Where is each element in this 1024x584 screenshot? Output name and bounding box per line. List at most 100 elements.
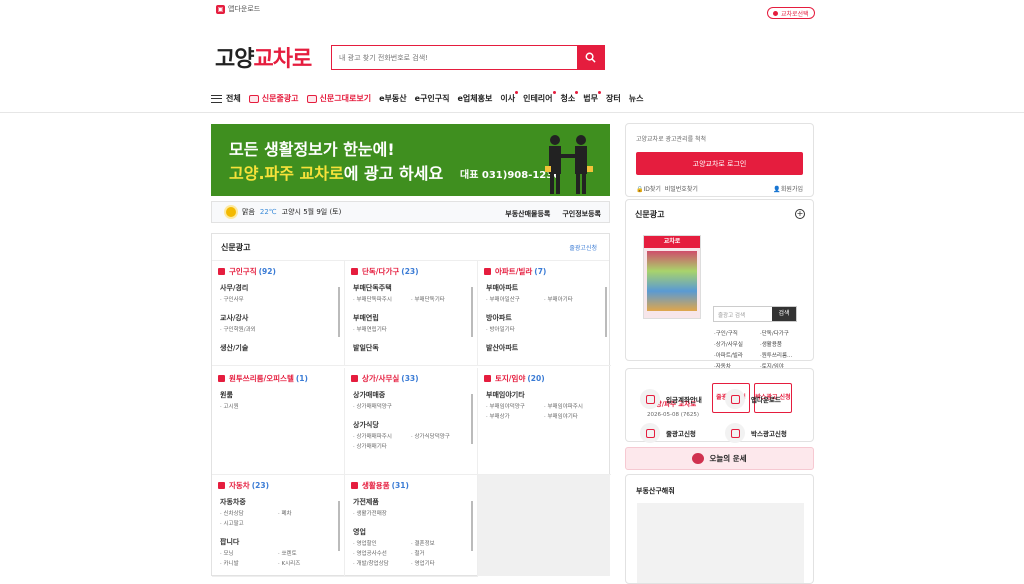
subcategory-link[interactable]: · 부매임야기타 — [544, 412, 602, 420]
subcategory-link[interactable]: · 생활가전매장 — [353, 509, 411, 517]
search-input[interactable] — [332, 46, 577, 69]
subcategory-link[interactable]: · 철거 — [411, 549, 469, 557]
category-title[interactable]: 아파트/빌라 (7) — [478, 261, 611, 277]
category-title[interactable]: 자동차 (23) — [212, 475, 344, 491]
subcategory-title[interactable]: 발일단독 — [353, 343, 477, 353]
app-download-link[interactable]: ▣ 앱다운로드 — [216, 4, 260, 14]
subcategory-title[interactable]: 발산아파트 — [486, 343, 611, 353]
nav-item-interior[interactable]: 인테리어 — [523, 91, 556, 104]
subcategory-link[interactable]: · 부매단독파주시 — [353, 295, 411, 303]
category-title[interactable]: 원투쓰리룸/오피스텔 (1) — [212, 368, 344, 384]
subcategory-title[interactable]: 가전제품 — [353, 497, 477, 507]
subcategory-link[interactable]: · 개발/창업상담 — [353, 559, 411, 567]
login-button[interactable]: 고양교차로 로그인 — [636, 152, 803, 175]
subcategory-link[interactable]: · 부매단독기타 — [411, 295, 469, 303]
subcategory-link[interactable]: · 폐차 — [278, 509, 336, 517]
scrollbar[interactable] — [338, 287, 340, 337]
job-register-link[interactable]: 구인정보등록 — [562, 209, 601, 219]
subcategory-link[interactable]: · 영업기타 — [411, 559, 469, 567]
subcategory-link[interactable]: · 구인학원/과외 — [220, 325, 278, 333]
scrollbar[interactable] — [471, 394, 473, 444]
category-title[interactable]: 단독/다가구 (23) — [345, 261, 477, 277]
category-title[interactable]: 구인구직 (92) — [212, 261, 344, 277]
subcategory-link[interactable]: · 영업할인 — [353, 539, 411, 547]
subcategory-link[interactable]: · 부매아기타 — [544, 295, 602, 303]
signup-link[interactable]: 👤회원가입 — [773, 184, 803, 193]
nav-item-market[interactable]: 장터 — [606, 93, 621, 104]
subcategory-title[interactable]: 영업 — [353, 527, 477, 537]
quick-menu-item[interactable]: 앱다운로드 — [725, 382, 810, 416]
paper-category-link[interactable]: ·아파트/빌라 — [714, 351, 760, 359]
nav-all[interactable]: 전체 — [211, 93, 241, 104]
nav-item-jobs[interactable]: e구인구직 — [415, 93, 450, 104]
subcategory-title[interactable]: 자동차중 — [220, 497, 344, 507]
subcategory-link[interactable]: · 상가식당덕양구 — [411, 432, 469, 440]
scrollbar[interactable] — [338, 501, 340, 551]
paper-search-input[interactable]: 줄광고 검색 — [714, 307, 772, 321]
subcategory-title[interactable]: 팝니다 — [220, 537, 344, 547]
subcategory-title[interactable]: 원룸 — [220, 390, 344, 400]
ads-apply-link[interactable]: 줄광고신청 — [569, 243, 597, 252]
subcategory-link[interactable]: · 쏘렌토 — [278, 549, 336, 557]
subcategory-link[interactable]: · K시리즈 — [278, 559, 336, 567]
plus-icon[interactable]: + — [795, 209, 805, 219]
subcategory-link[interactable]: · 시고팔고 — [220, 519, 278, 527]
paper-category-link[interactable]: ·생활용품 — [760, 340, 806, 348]
subcategory-link[interactable]: · 상가매매기타 — [353, 442, 411, 450]
subcategory-link[interactable]: · 부매임야덕양구 — [486, 402, 544, 410]
subcategory-link[interactable]: · 카니발 — [220, 559, 278, 567]
find-id-link[interactable]: ID찾기 — [643, 186, 660, 193]
subcategory-title[interactable]: 사무/경리 — [220, 283, 344, 293]
nav-item-cleaning[interactable]: 청소 — [561, 91, 579, 104]
subcategory-link[interactable]: · 고시원 — [220, 402, 278, 410]
paper-category-link[interactable]: ·단독/다가구 — [760, 329, 806, 337]
nav-item-line-ads[interactable]: 신문줄광고 — [248, 93, 299, 104]
quick-menu-item[interactable]: 박스광고신청 — [725, 416, 810, 450]
category-title[interactable]: 생활용품 (31) — [345, 475, 477, 491]
subcategory-link[interactable]: · 신차상담 — [220, 509, 278, 517]
nav-item-news[interactable]: 뉴스 — [629, 93, 644, 104]
subcategory-title[interactable]: 부매임야기타 — [486, 390, 611, 400]
subcategory-link[interactable]: · 영업공사수선 — [353, 549, 411, 557]
nav-item-paper-view[interactable]: 신문그대로보기 — [306, 93, 371, 104]
fortune-button[interactable]: 오늘의 운세 — [625, 447, 814, 470]
quick-menu-item[interactable]: 입금계좌안내 — [640, 382, 725, 416]
search-button[interactable] — [577, 46, 604, 69]
subcategory-title[interactable]: 생산/기술 — [220, 343, 344, 353]
nav-item-moving[interactable]: 이사 — [500, 91, 519, 104]
subcategory-title[interactable]: 방아파트 — [486, 313, 611, 323]
subcategory-link[interactable]: · 상가매매파주시 — [353, 432, 411, 440]
category-title[interactable]: 상가/사무실 (33) — [345, 368, 477, 384]
nav-item-business[interactable]: e업체홍보 — [457, 93, 492, 104]
nav-item-legal[interactable]: 법무 — [583, 91, 601, 104]
subcategory-link[interactable]: · 결혼정보 — [411, 539, 469, 547]
subcategory-title[interactable]: 부매아파트 — [486, 283, 611, 293]
nav-item-realestate[interactable]: e부동산 — [379, 93, 407, 104]
paper-thumbnail[interactable]: 교차로 — [643, 235, 701, 319]
region-select-button[interactable]: 교차로선택 — [767, 7, 815, 19]
subcategory-link[interactable]: · 상가매매덕양구 — [353, 402, 411, 410]
subcategory-link[interactable]: · 부매상가 — [486, 412, 544, 420]
scrollbar[interactable] — [605, 287, 607, 337]
subcategory-link[interactable]: · 부매아일산구 — [486, 295, 544, 303]
realestate-register-link[interactable]: 부동산매물등록 — [505, 209, 550, 219]
subcategory-title[interactable]: 상가식당 — [353, 420, 477, 430]
subcategory-title[interactable]: 교사/강사 — [220, 313, 344, 323]
scrollbar[interactable] — [471, 501, 473, 551]
scrollbar[interactable] — [471, 287, 473, 337]
subcategory-title[interactable]: 상가매매중 — [353, 390, 477, 400]
subcategory-link[interactable]: · 모닝 — [220, 549, 278, 557]
find-pw-link[interactable]: 비밀번호찾기 — [665, 186, 698, 193]
paper-category-link[interactable]: ·상가/사무실 — [714, 340, 760, 348]
subcategory-title[interactable]: 부매연립 — [353, 313, 477, 323]
subcategory-link[interactable]: · 구인사무 — [220, 295, 278, 303]
paper-category-link[interactable]: ·구인/구직 — [714, 329, 760, 337]
subcategory-link[interactable]: · 부매임야파주시 — [544, 402, 602, 410]
subcategory-title[interactable]: 부매단독주택 — [353, 283, 477, 293]
ad-banner[interactable]: 모든 생활정보가 한눈에! 고양.파주 교차로에 광고 하세요 대표 031)9… — [211, 124, 610, 196]
paper-category-link[interactable]: ·원투쓰리룸... — [760, 351, 806, 359]
subcategory-link[interactable]: · 방아일기타 — [486, 325, 544, 333]
paper-search-button[interactable]: 검색 — [772, 307, 796, 321]
subcategory-link[interactable]: · 부매연립기타 — [353, 325, 411, 333]
category-title[interactable]: 토지/임야 (20) — [478, 368, 611, 384]
